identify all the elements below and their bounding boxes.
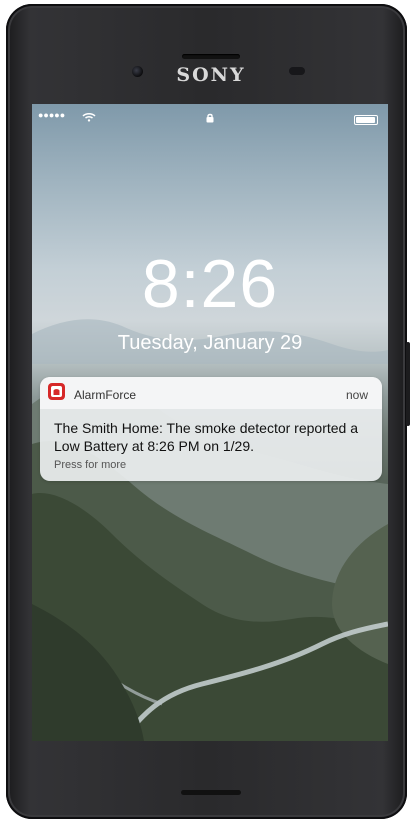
- lockscreen-date: Tuesday, January 29: [117, 332, 303, 354]
- alarm-bell-icon: [51, 386, 62, 397]
- battery-icon: [354, 115, 378, 125]
- notification-message: The Smith Home: The smoke detector repor…: [54, 420, 358, 454]
- notification-header: AlarmForce now: [40, 377, 382, 409]
- proximity-sensor: [289, 67, 305, 75]
- lockscreen-time: 8:26: [141, 246, 279, 322]
- lock-screen: ●●●●● 8:26 Tuesday, January 29 AlarmForc…: [32, 104, 388, 741]
- status-bar: ●●●●●: [32, 104, 388, 126]
- lock-icon: [206, 113, 214, 123]
- side-button: [406, 342, 410, 426]
- signal-strength-icon: ●●●●●: [38, 110, 66, 120]
- bottom-speaker: [181, 790, 241, 795]
- notification-card[interactable]: AlarmForce now The Smith Home: The smoke…: [40, 377, 382, 481]
- brand-logo: SONY: [176, 64, 246, 86]
- notification-action-hint: Press for more: [54, 459, 127, 471]
- earpiece-speaker: [182, 54, 240, 59]
- front-camera: [132, 66, 143, 77]
- wifi-icon: [82, 113, 96, 122]
- alarmforce-app-icon: [48, 383, 65, 400]
- notification-timestamp: now: [345, 388, 368, 402]
- notification-app-name: AlarmForce: [74, 388, 137, 402]
